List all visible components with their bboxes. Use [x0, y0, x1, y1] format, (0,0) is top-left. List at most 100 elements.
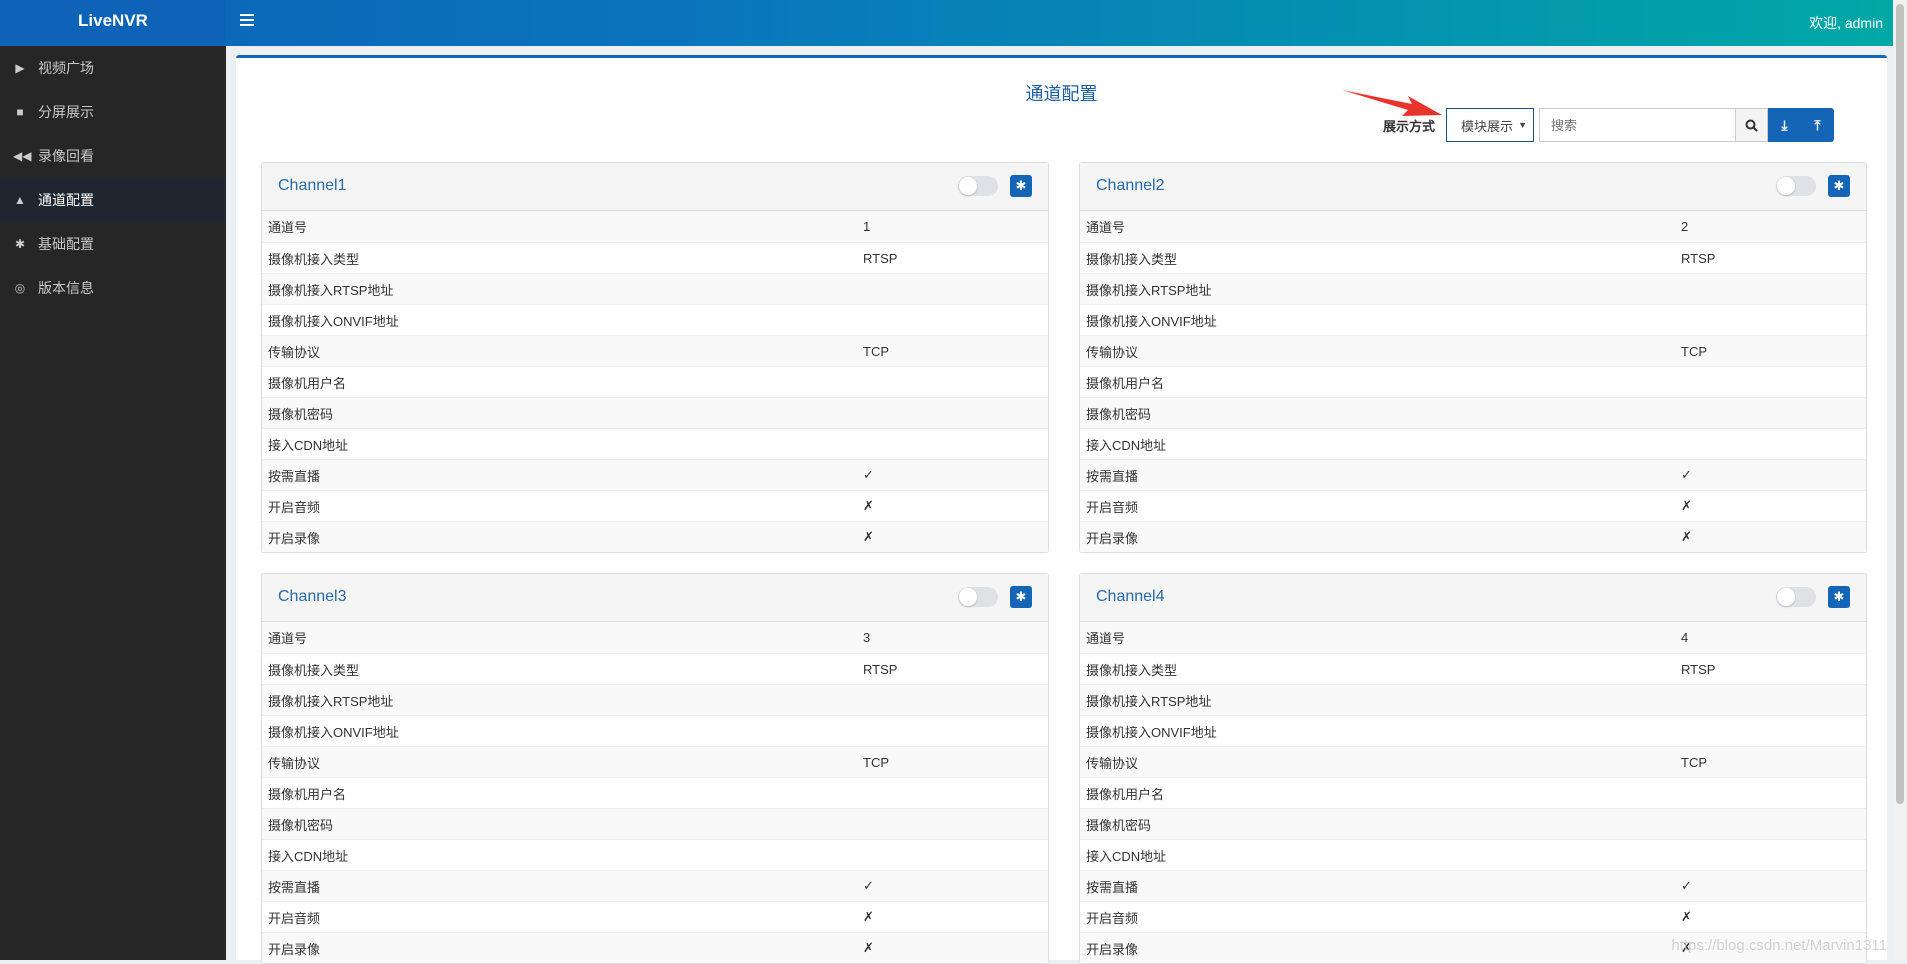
table-row: 摄像机用户名: [1080, 777, 1866, 808]
watermark: https://blog.csdn.net/Marvin1311: [1671, 937, 1887, 954]
field-label: 摄像机接入类型: [1086, 251, 1178, 267]
download-button[interactable]: ⤓: [1768, 108, 1802, 142]
field-value: ✗: [863, 940, 874, 955]
field-label: 传输协议: [1086, 344, 1139, 360]
table-row: 接入CDN地址: [262, 839, 1048, 870]
channel-card: Channel1 ✱ 通道号 1 摄像机接入类型 RTSP 摄像机接入RTSP地址 摄像机接入…: [261, 162, 1049, 553]
search-input[interactable]: [1539, 108, 1736, 142]
display-mode-select[interactable]: 模块展示 ▼: [1446, 108, 1535, 142]
gear-icon: ✱: [1015, 178, 1027, 193]
channel-settings-button[interactable]: ✱: [1010, 586, 1032, 608]
field-value: ✓: [1681, 878, 1692, 893]
table-row: 开启音频 ✗: [262, 901, 1048, 932]
channel-settings-button[interactable]: ✱: [1828, 586, 1850, 608]
field-label: 摄像机接入ONVIF地址: [268, 313, 399, 329]
table-row: 摄像机用户名: [1080, 366, 1866, 397]
table-row: 通道号 4: [1080, 622, 1866, 653]
upload-button[interactable]: ⤒: [1801, 108, 1835, 142]
field-label: 开启音频: [268, 499, 321, 515]
gear-icon: ✱: [1833, 178, 1845, 193]
sidebar-item-2[interactable]: ■ 分屏展示: [0, 90, 226, 134]
field-label: 传输协议: [268, 755, 321, 771]
sidebar-item-3[interactable]: ◀◀ 录像回看: [0, 134, 226, 178]
channel-name: Channel1: [278, 177, 347, 194]
channel-settings-button[interactable]: ✱: [1828, 175, 1850, 197]
scrollbar-thumb[interactable]: [1896, 4, 1904, 804]
field-label: 摄像机密码: [268, 406, 334, 422]
sidebar-item-6[interactable]: ◎ 版本信息: [0, 266, 226, 310]
table-row: 传输协议 TCP: [262, 335, 1048, 366]
app-logo[interactable]: LiveNVR: [0, 0, 226, 46]
table-row: 按需直播 ✓: [1080, 459, 1866, 490]
table-row: 按需直播 ✓: [262, 870, 1048, 901]
field-value: ✗: [1681, 529, 1692, 544]
table-row: 通道号 2: [1080, 211, 1866, 242]
field-value: ✓: [863, 467, 874, 482]
field-value: ✗: [1681, 498, 1692, 513]
table-row: 按需直播 ✓: [262, 459, 1048, 490]
table-row: 摄像机密码: [1080, 808, 1866, 839]
channel-enable-toggle[interactable]: [958, 176, 998, 196]
field-value: TCP: [1681, 343, 1707, 359]
channel-enable-toggle[interactable]: [1776, 587, 1816, 607]
field-label: 摄像机接入RTSP地址: [268, 693, 394, 709]
channel-enable-toggle[interactable]: [958, 587, 998, 607]
menu-toggle-icon[interactable]: [240, 14, 254, 26]
field-label: 接入CDN地址: [268, 848, 349, 864]
caret-down-icon: ▼: [1518, 120, 1528, 130]
sidebar-item-label: 视频广场: [38, 60, 94, 76]
field-label: 接入CDN地址: [1086, 848, 1167, 864]
field-label: 开启录像: [268, 530, 321, 546]
field-label: 开启音频: [1086, 499, 1139, 515]
sidebar-item-4[interactable]: ▲ 通道配置: [0, 178, 226, 222]
field-label: 摄像机接入类型: [268, 251, 360, 267]
field-value: RTSP: [863, 661, 898, 677]
toolbar: 展示方式 模块展示 ▼ ⤓ ⤒: [1383, 108, 1835, 142]
table-row: 摄像机密码: [1080, 397, 1866, 428]
field-value: TCP: [863, 754, 889, 770]
card-header: Channel4 ✱: [1080, 574, 1866, 622]
field-label: 按需直播: [1086, 879, 1139, 895]
sidebar-item-1[interactable]: ▶ 视频广场: [0, 46, 226, 90]
table-row: 开启音频 ✗: [1080, 901, 1866, 932]
user-welcome[interactable]: 欢迎, admin: [1809, 13, 1883, 33]
field-label: 摄像机接入ONVIF地址: [268, 724, 399, 740]
sidebar-item-label: 基础配置: [38, 236, 94, 252]
sidebar-item-5[interactable]: ✱ 基础配置: [0, 222, 226, 266]
table-row: 摄像机接入RTSP地址: [1080, 684, 1866, 715]
field-label: 摄像机密码: [268, 817, 334, 833]
table-row: 摄像机接入RTSP地址: [1080, 273, 1866, 304]
lifebuoy-icon: ◎: [14, 281, 26, 295]
sidebar-item-label: 通道配置: [38, 192, 94, 208]
field-label: 摄像机接入RTSP地址: [268, 282, 394, 298]
table-row: 接入CDN地址: [1080, 428, 1866, 459]
download-icon: ⤓: [1781, 116, 1788, 133]
field-label: 接入CDN地址: [1086, 437, 1167, 453]
gear-icon: ✱: [1015, 589, 1027, 604]
table-row: 摄像机密码: [262, 397, 1048, 428]
card-body: 通道号 3 摄像机接入类型 RTSP 摄像机接入RTSP地址 摄像机接入ONVIF地址 传输…: [262, 622, 1048, 963]
field-value: TCP: [863, 343, 889, 359]
channel-enable-toggle[interactable]: [1776, 176, 1816, 196]
field-label: 摄像机密码: [1086, 406, 1152, 422]
search-button[interactable]: [1735, 108, 1769, 142]
field-value: 3: [863, 630, 871, 645]
field-label: 开启录像: [1086, 530, 1139, 546]
field-label: 开启音频: [268, 910, 321, 926]
sidebar-item-label: 录像回看: [38, 148, 94, 164]
field-value: 1: [863, 219, 871, 234]
table-row: 传输协议 TCP: [1080, 746, 1866, 777]
page-scrollbar[interactable]: [1893, 0, 1907, 960]
channel-settings-button[interactable]: ✱: [1010, 175, 1032, 197]
field-label: 按需直播: [268, 468, 321, 484]
search-icon: [1745, 119, 1758, 132]
table-row: 接入CDN地址: [262, 428, 1048, 459]
upload-icon: ⤒: [1814, 116, 1821, 133]
field-label: 摄像机接入类型: [268, 662, 360, 678]
field-label: 摄像机接入ONVIF地址: [1086, 724, 1217, 740]
table-row: 按需直播 ✓: [1080, 870, 1866, 901]
field-label: 通道号: [1086, 220, 1126, 235]
table-row: 传输协议 TCP: [1080, 335, 1866, 366]
field-label: 摄像机用户名: [268, 375, 347, 391]
field-label: 摄像机接入ONVIF地址: [1086, 313, 1217, 329]
